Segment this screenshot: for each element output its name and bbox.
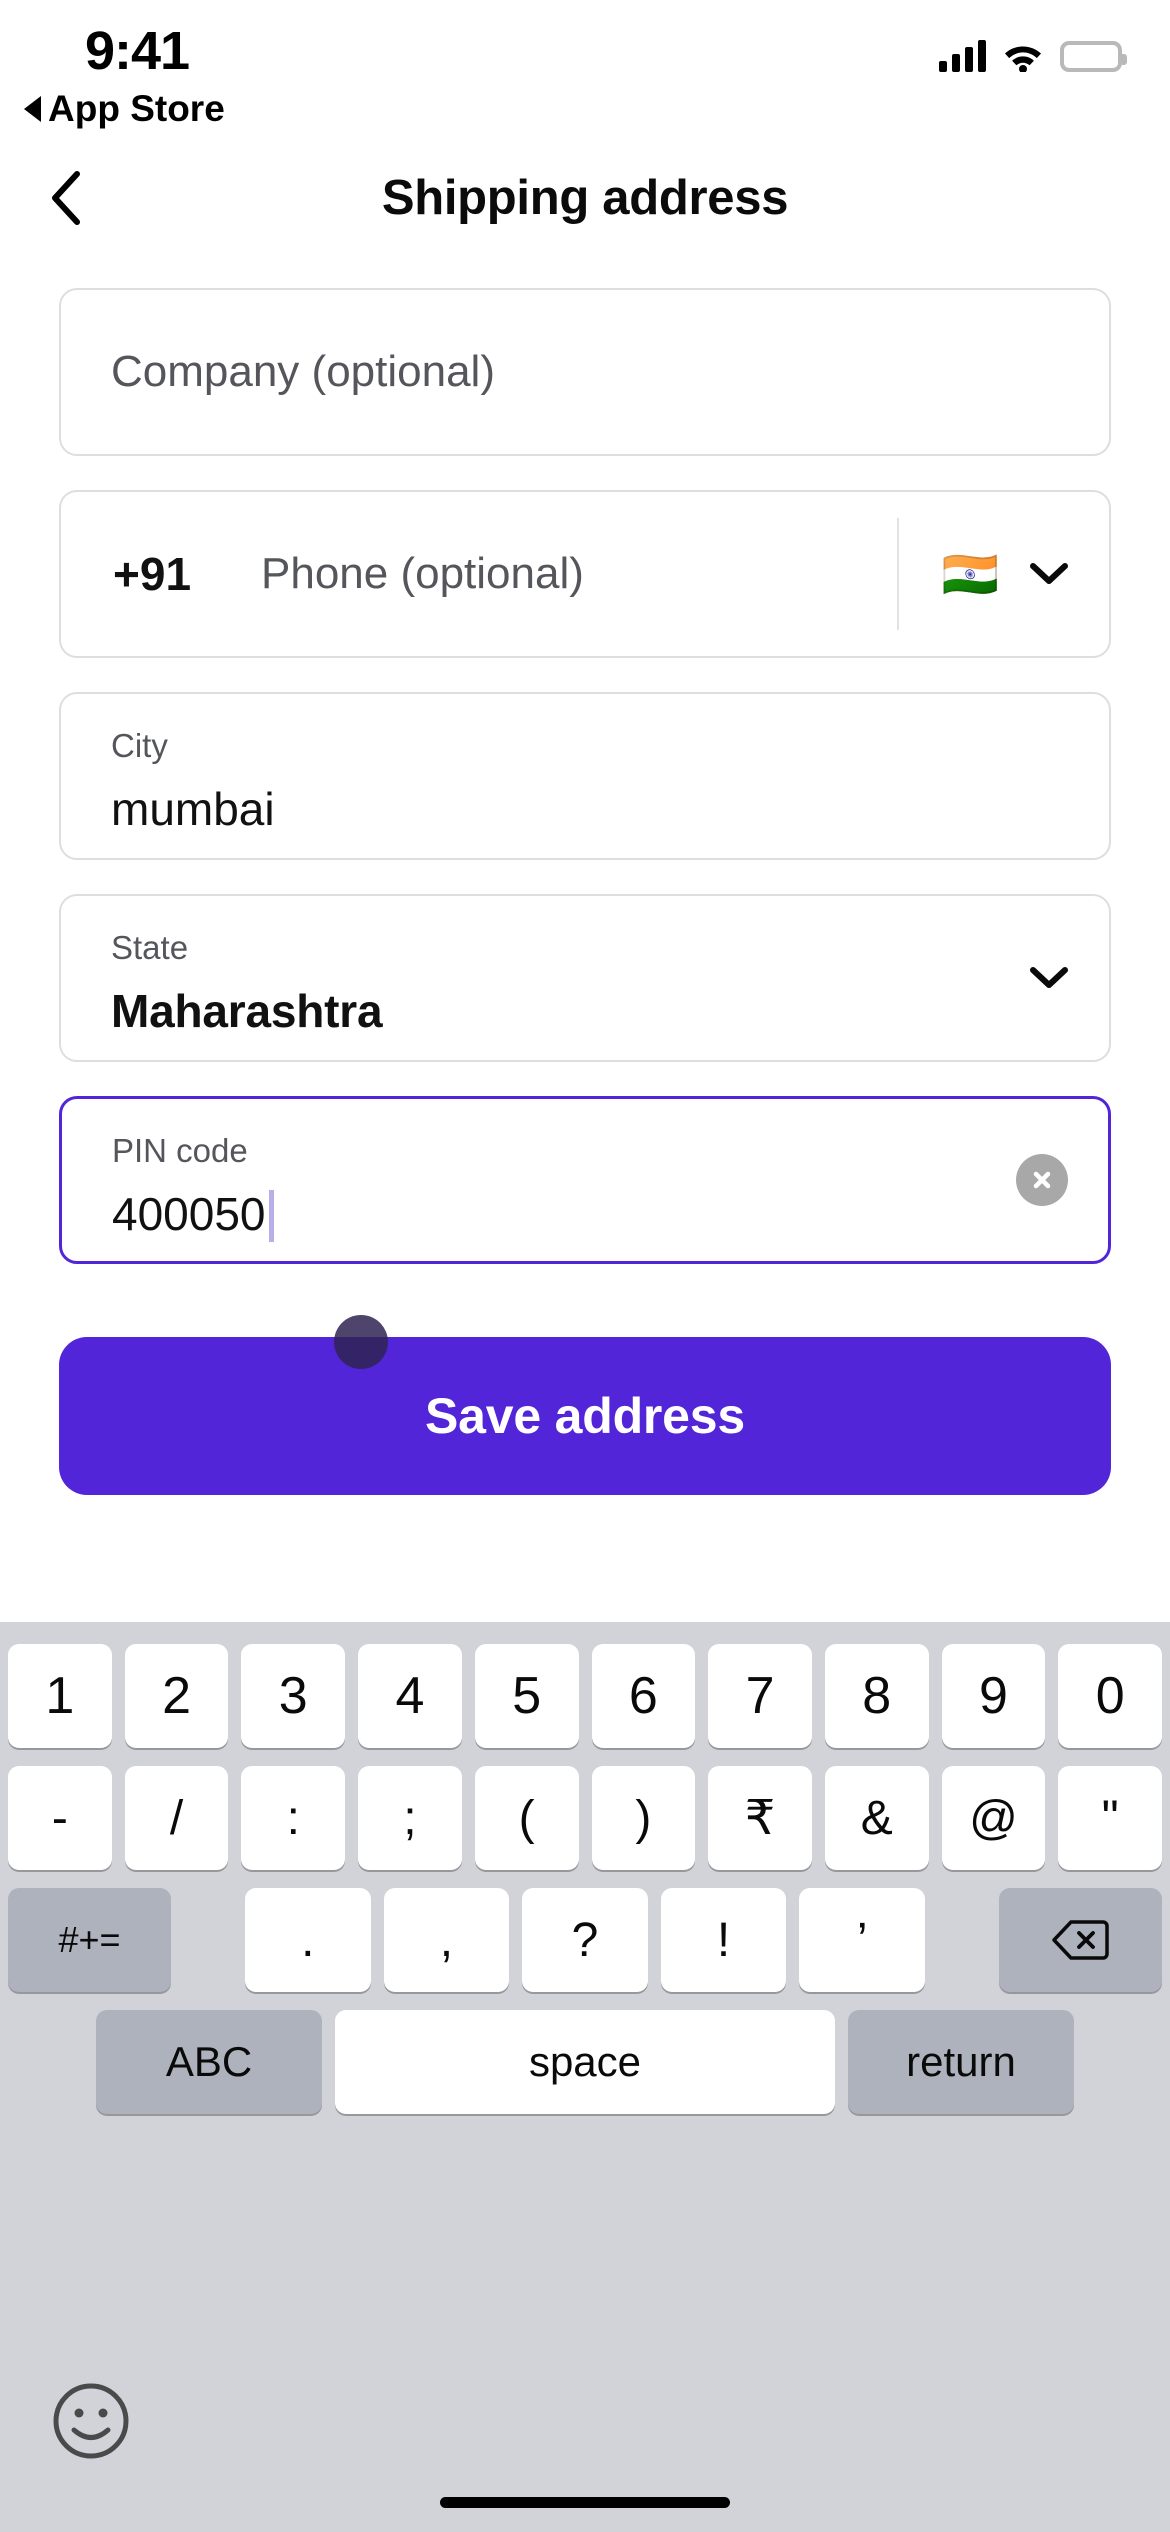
- clear-pin-code-button[interactable]: [1016, 1154, 1068, 1206]
- phone-country-code: +91: [113, 548, 192, 600]
- key-space[interactable]: space: [335, 2010, 835, 2114]
- city-label: City: [111, 727, 168, 764]
- touch-indicator: [334, 1315, 388, 1369]
- key-slash[interactable]: /: [124, 1766, 229, 1870]
- keyboard-gap-right: [938, 1888, 986, 1992]
- keyboard-gap-left: [184, 1888, 232, 1992]
- key-rupee[interactable]: ₹: [708, 1766, 812, 1870]
- save-address-container: Save address: [59, 1315, 1111, 1495]
- key-1[interactable]: 1: [7, 1644, 112, 1748]
- key-close-paren[interactable]: ): [591, 1766, 696, 1870]
- key-8[interactable]: 8: [824, 1644, 929, 1748]
- city-field[interactable]: City mumbai: [59, 692, 1111, 860]
- key-0[interactable]: 0: [1058, 1644, 1163, 1748]
- keyboard-bottom-bar: [0, 2364, 1170, 2532]
- key-period[interactable]: .: [245, 1888, 371, 1992]
- key-exclamation[interactable]: !: [660, 1888, 787, 1992]
- pin-code-field[interactable]: PIN code 400050: [59, 1096, 1111, 1264]
- pin-code-value-wrap: 400050: [112, 1187, 274, 1244]
- key-semicolon[interactable]: ;: [358, 1766, 462, 1870]
- wifi-icon: [1002, 40, 1044, 73]
- cellular-signal-icon: [939, 40, 986, 72]
- back-to-app-store-button[interactable]: App Store: [24, 88, 225, 130]
- key-3[interactable]: 3: [241, 1644, 346, 1748]
- page-title: Shipping address: [381, 171, 789, 225]
- key-at[interactable]: @: [941, 1766, 1046, 1870]
- company-placeholder: Company (optional): [111, 347, 495, 396]
- company-field[interactable]: Company (optional): [59, 288, 1111, 456]
- key-question[interactable]: ?: [522, 1888, 648, 1992]
- state-label: State: [111, 929, 189, 966]
- chevron-down-icon: [1030, 967, 1068, 988]
- status-bar: 9:41 App Store: [0, 0, 1170, 150]
- home-indicator: [440, 2497, 730, 2508]
- key-6[interactable]: 6: [591, 1644, 696, 1748]
- navigation-bar: Shipping address: [0, 155, 1170, 265]
- key-open-paren[interactable]: (: [474, 1766, 579, 1870]
- key-abc[interactable]: ABC: [96, 2010, 322, 2114]
- city-value: mumbai: [111, 783, 275, 835]
- text-caret: [268, 1189, 274, 1242]
- phone-placeholder: Phone (optional): [261, 549, 584, 598]
- emoji-smiley-icon: [53, 2383, 129, 2459]
- key-5[interactable]: 5: [474, 1644, 579, 1748]
- keyboard-row-bottom: ABC space return: [0, 1992, 1170, 2114]
- key-symbols-shift[interactable]: #+=: [8, 1888, 172, 1992]
- key-4[interactable]: 4: [358, 1644, 462, 1748]
- country-dropdown-button[interactable]: [1027, 552, 1071, 596]
- chevron-down-icon: [1030, 563, 1068, 584]
- key-2[interactable]: 2: [124, 1644, 229, 1748]
- key-quote[interactable]: ": [1058, 1766, 1163, 1870]
- back-triangle-icon: [24, 96, 41, 122]
- emoji-keyboard-button[interactable]: [52, 2382, 130, 2460]
- app-screen: 9:41 App Store Shipping address Company …: [0, 0, 1170, 2532]
- key-backspace[interactable]: [998, 1888, 1162, 1992]
- shipping-address-form: Company (optional) +91 Phone (optional) …: [0, 288, 1170, 1298]
- keyboard-row-symbols: - / : ; ( ) ₹ & @ ": [0, 1748, 1170, 1870]
- pin-code-label: PIN code: [112, 1132, 248, 1169]
- key-9[interactable]: 9: [941, 1644, 1046, 1748]
- pin-code-value: 400050: [112, 1188, 266, 1240]
- keyboard-row-punctuation: #+= . , ? ! ’: [0, 1870, 1170, 1992]
- keyboard-row-numbers: 1 2 3 4 5 6 7 8 9 0: [0, 1622, 1170, 1748]
- state-dropdown-button[interactable]: [1027, 956, 1071, 1000]
- state-field[interactable]: State Maharashtra: [59, 894, 1111, 1062]
- status-bar-indicators: [939, 30, 1127, 73]
- onscreen-keyboard: 1 2 3 4 5 6 7 8 9 0 - / : ; ( ) ₹ & @ " …: [0, 1622, 1170, 2532]
- key-hyphen[interactable]: -: [7, 1766, 112, 1870]
- save-address-button[interactable]: Save address: [59, 1337, 1111, 1495]
- key-return[interactable]: return: [848, 2010, 1074, 2114]
- status-bar-time: 9:41: [85, 21, 190, 81]
- key-comma[interactable]: ,: [383, 1888, 510, 1992]
- battery-icon: [1060, 41, 1127, 72]
- key-colon[interactable]: :: [241, 1766, 346, 1870]
- key-apostrophe[interactable]: ’: [799, 1888, 925, 1992]
- key-ampersand[interactable]: &: [824, 1766, 929, 1870]
- india-flag-icon[interactable]: 🇮🇳: [942, 551, 999, 597]
- phone-divider: [897, 518, 899, 630]
- backspace-icon: [1052, 1920, 1110, 1960]
- back-to-app-store-label: App Store: [48, 88, 225, 129]
- phone-field[interactable]: +91 Phone (optional) 🇮🇳: [59, 490, 1111, 658]
- key-7[interactable]: 7: [708, 1644, 812, 1748]
- clear-circle-icon: [1033, 1171, 1051, 1189]
- state-value: Maharashtra: [111, 985, 383, 1037]
